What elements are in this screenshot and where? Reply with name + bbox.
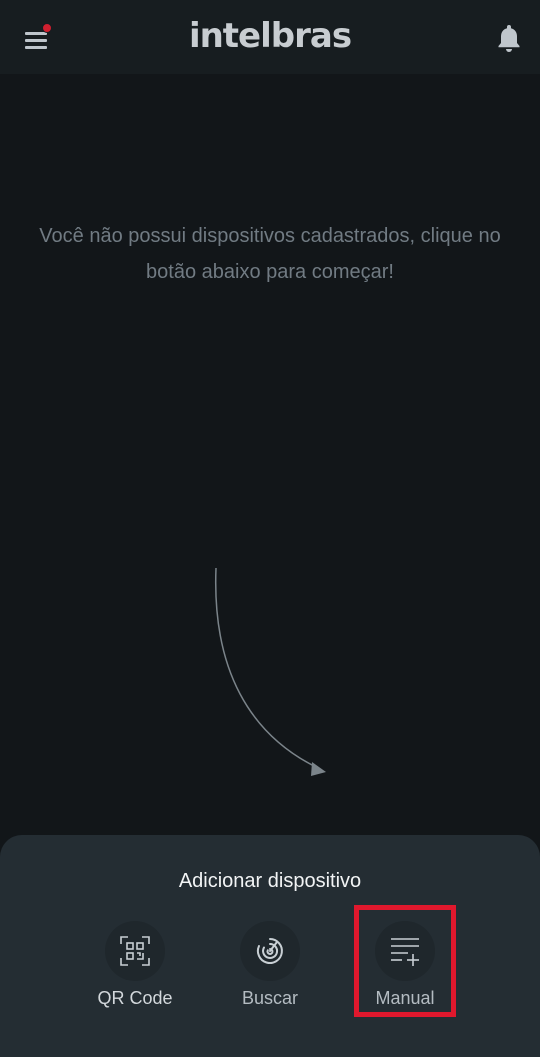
brand-logo: intelbras <box>188 16 352 56</box>
bell-icon <box>498 25 520 52</box>
top-bar: intelbras <box>0 0 540 74</box>
curved-arrow-icon <box>214 567 326 776</box>
qr-code-option-circle <box>105 921 165 981</box>
sheet-title: Adicionar dispositivo <box>178 870 362 892</box>
search-option[interactable]: Buscar <box>210 921 330 1021</box>
qr-code-option[interactable]: QR Code <box>75 921 195 1021</box>
notifications-button[interactable] <box>494 22 524 54</box>
qr-code-icon <box>120 936 150 966</box>
qr-code-option-label: QR Code <box>97 988 173 1008</box>
search-option-circle <box>240 921 300 981</box>
radar-search-icon <box>256 938 283 964</box>
empty-state-message: Você não possui dispositivos cadastrados… <box>39 225 501 283</box>
manual-option-highlight <box>354 905 456 1017</box>
search-option-label: Buscar <box>241 988 299 1008</box>
add-device-sheet: Adicionar dispositivo QR Code Buscar Man… <box>0 835 540 1057</box>
